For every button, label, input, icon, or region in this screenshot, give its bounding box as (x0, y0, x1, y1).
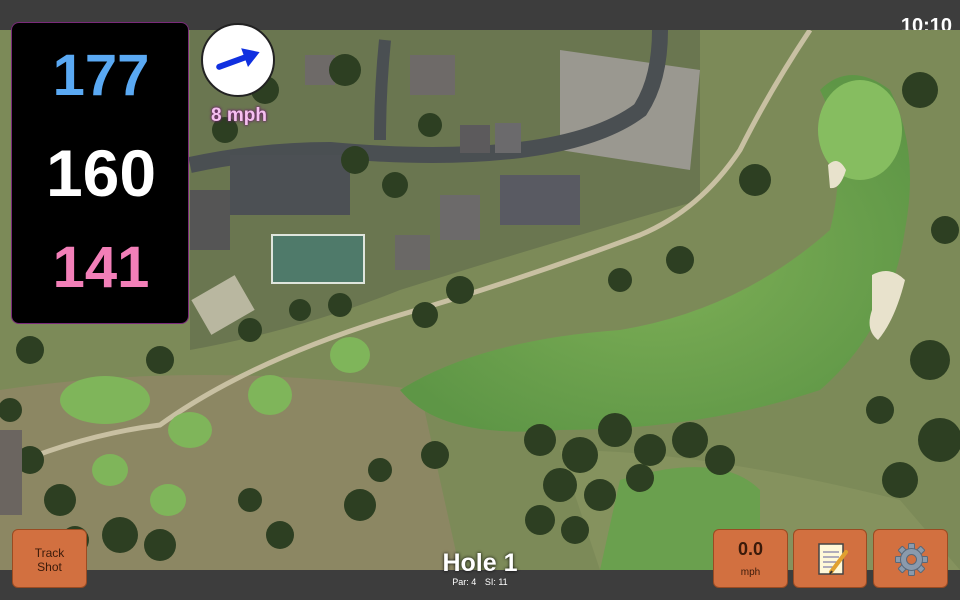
speed-unit: mph (740, 567, 761, 578)
hole-par: Par: 4 (452, 577, 477, 587)
hole-title: Hole 1 (442, 549, 518, 577)
center-yardage: 160 (45, 136, 157, 210)
gear-icon (895, 543, 928, 576)
back-yardage: 177 (52, 43, 150, 108)
track-shot-label-line2: Shot (37, 560, 62, 574)
settings-button[interactable] (873, 529, 948, 588)
notepad-icon (818, 543, 848, 575)
notes-button[interactable] (793, 529, 867, 588)
arrow-right-icon (216, 48, 260, 70)
wind-direction-dial (201, 23, 275, 97)
hole-info: Par: 4 SI: 11 (380, 577, 580, 587)
wind-speed: 8 mph (211, 105, 267, 126)
yardage-panel: 177 160 141 (11, 22, 189, 324)
speed-button[interactable]: 0.0 mph (713, 529, 788, 588)
track-shot-button[interactable]: Track Shot (12, 529, 87, 588)
track-shot-label-line1: Track (34, 546, 65, 560)
speed-value: 0.0 (737, 539, 764, 559)
front-yardage: 141 (52, 235, 150, 300)
hole-stroke-index: SI: 11 (484, 577, 508, 587)
